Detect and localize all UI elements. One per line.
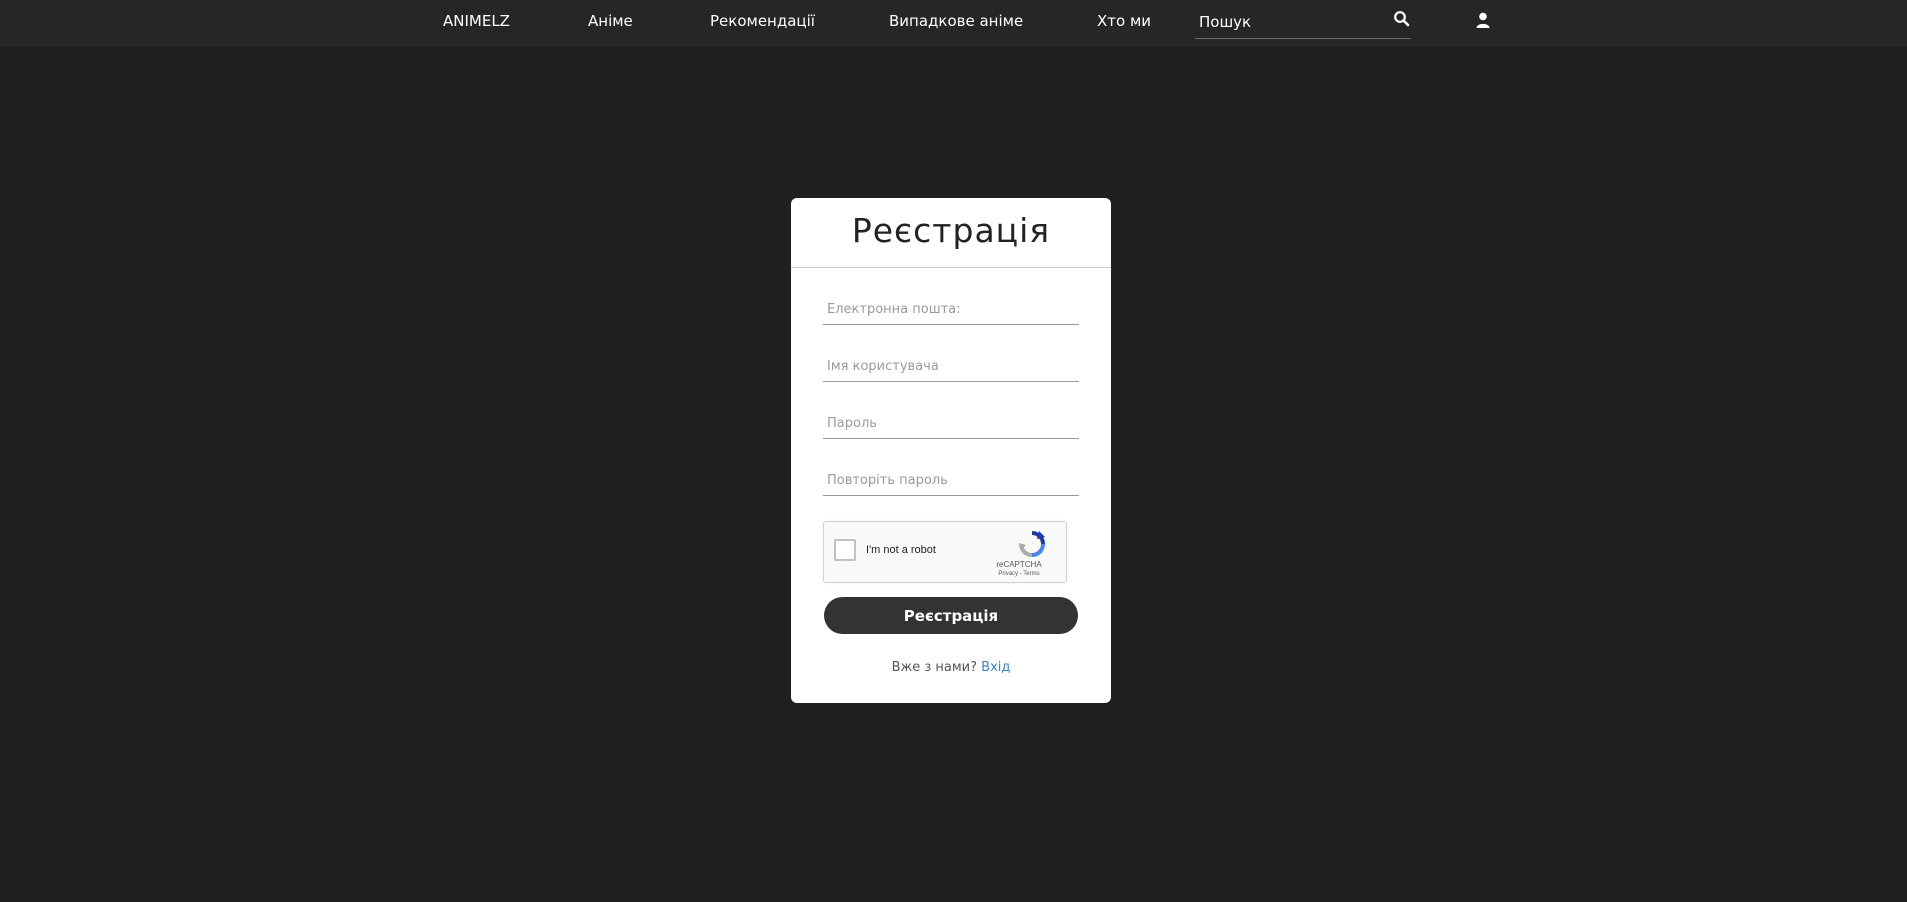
recaptcha-terms-link[interactable]: Terms — [1023, 571, 1039, 577]
nav-item-about[interactable]: Хто ми — [1097, 11, 1151, 31]
recaptcha-logo-icon — [1018, 530, 1046, 558]
title-divider — [791, 267, 1111, 268]
email-field[interactable] — [827, 298, 1073, 320]
password-field-wrap — [823, 408, 1079, 439]
recaptcha-widget: I'm not a robot reCAPTCHA Privacy - Term… — [823, 521, 1067, 583]
username-field-wrap — [823, 351, 1079, 382]
login-prompt: Вже з нами? Вхід — [791, 660, 1111, 675]
password-repeat-field-wrap — [823, 465, 1079, 496]
brand-logo[interactable]: ANIMELZ — [443, 11, 510, 31]
recaptcha-links: Privacy - Terms — [974, 571, 1064, 577]
form-title: Реєстрація — [851, 211, 1051, 250]
already-member-text: Вже з нами? — [891, 660, 978, 675]
login-link[interactable]: Вхід — [981, 660, 1010, 675]
nav-item-recommendations[interactable]: Рекомендації — [710, 11, 815, 31]
nav-item-anime[interactable]: Аніме — [588, 11, 633, 31]
registration-card: Реєстрація I'm not a robot reCAPTCHA Pri… — [791, 198, 1111, 703]
search-input[interactable] — [1199, 10, 1379, 34]
email-field-wrap — [823, 294, 1079, 325]
search-box — [1195, 6, 1411, 39]
recaptcha-checkbox[interactable] — [834, 539, 856, 561]
password-field[interactable] — [827, 412, 1073, 434]
recaptcha-privacy-link[interactable]: Privacy — [998, 571, 1018, 577]
user-icon[interactable] — [1475, 12, 1491, 29]
recaptcha-label: I'm not a robot — [866, 544, 936, 556]
recaptcha-brand: reCAPTCHA — [996, 560, 1042, 569]
recaptcha-separator: - — [1019, 571, 1022, 577]
search-icon[interactable] — [1393, 10, 1410, 27]
nav-item-random-anime[interactable]: Випадкове аніме — [889, 11, 1023, 31]
register-button[interactable]: Реєстрація — [824, 597, 1078, 634]
password-repeat-field[interactable] — [827, 469, 1073, 491]
top-navbar: ANIMELZ Аніме Рекомендації Випадкове ані… — [0, 0, 1907, 46]
username-field[interactable] — [827, 355, 1073, 377]
